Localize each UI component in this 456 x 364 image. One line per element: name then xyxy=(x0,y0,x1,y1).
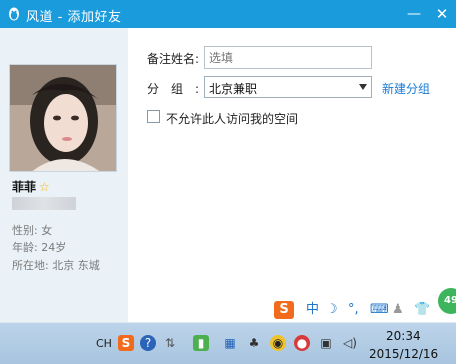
qq-tray-icon[interactable]: ♣ xyxy=(246,335,262,351)
skin-shirt-icon[interactable]: 👕 xyxy=(414,301,430,319)
sogou-logo-icon[interactable]: S xyxy=(274,301,294,319)
privacy-checkbox[interactable] xyxy=(147,110,160,123)
punctuation-icon[interactable]: °, xyxy=(348,301,359,319)
keyboard-icon[interactable]: ⌨ xyxy=(370,301,389,319)
qq-penguin-icon xyxy=(9,7,19,21)
monitor-icon[interactable]: ▣ xyxy=(318,335,334,351)
avatar xyxy=(9,64,117,172)
security-icon[interactable]: ◉ xyxy=(270,335,286,351)
remark-name-label: 备注姓名: xyxy=(147,52,200,66)
new-group-link[interactable]: 新建分组 xyxy=(382,80,430,97)
window-title: 风道 - 添加好友 xyxy=(26,10,122,25)
avatar-photo xyxy=(10,65,116,171)
clock-date[interactable]: 2015/12/16 xyxy=(369,347,438,361)
group-select[interactable]: 北京兼职 xyxy=(204,76,372,98)
title-bar[interactable]: 风道 - 添加好友 — ✕ xyxy=(0,0,456,28)
add-friend-window: 风道 - 添加好友 — ✕ 菲菲 ☆ 性别: 女 年龄: 24岁 所在地: 北京 … xyxy=(0,0,456,322)
ime-mode-toggle[interactable]: 中 xyxy=(306,301,319,319)
gender-info: 性别: 女 xyxy=(12,224,53,237)
help-icon[interactable]: ? xyxy=(140,335,156,351)
speaker-icon[interactable]: ◁) xyxy=(342,335,358,351)
language-indicator[interactable]: CH xyxy=(96,337,112,350)
privacy-checkbox-label[interactable]: 不允许此人访问我的空间 xyxy=(166,110,298,127)
taskbar: CH S ? ⇅ ▮ ▦ ♣ ◉ ● ▣ ◁) 20:34 2015/12/16 xyxy=(0,322,456,364)
antivirus-icon[interactable]: ● xyxy=(294,335,310,351)
group-label: 分组: xyxy=(147,82,212,96)
sogou-tray-icon[interactable]: S xyxy=(118,335,134,351)
network-arrows-icon[interactable]: ⇅ xyxy=(162,335,178,351)
close-button[interactable]: ✕ xyxy=(431,3,453,25)
age-info: 年龄: 24岁 xyxy=(12,241,67,254)
user-icon[interactable]: ♟ xyxy=(392,301,404,319)
remark-name-input[interactable] xyxy=(204,46,372,69)
minimize-button[interactable]: — xyxy=(403,3,425,25)
contact-name: 菲菲 xyxy=(12,180,37,194)
half-width-moon-icon[interactable]: ☽ xyxy=(326,301,338,319)
blurred-account-id xyxy=(12,197,76,210)
ime-toolbar: S 中 ☽ °, ⌨ ♟ 👕 xyxy=(270,299,438,321)
location-info: 所在地: 北京 东城 xyxy=(12,259,100,272)
star-icon: ☆ xyxy=(39,180,50,194)
battery-icon[interactable]: ▮ xyxy=(193,335,209,351)
dropdown-arrow-icon[interactable] xyxy=(359,84,367,90)
profile-panel: 菲菲 ☆ 性别: 女 年龄: 24岁 所在地: 北京 东城 xyxy=(0,28,128,322)
clock-time[interactable]: 20:34 xyxy=(386,329,421,343)
group-select-value: 北京兼职 xyxy=(209,82,258,96)
contact-name-row: 菲菲 ☆ xyxy=(12,178,50,194)
grid-icon[interactable]: ▦ xyxy=(222,335,238,351)
